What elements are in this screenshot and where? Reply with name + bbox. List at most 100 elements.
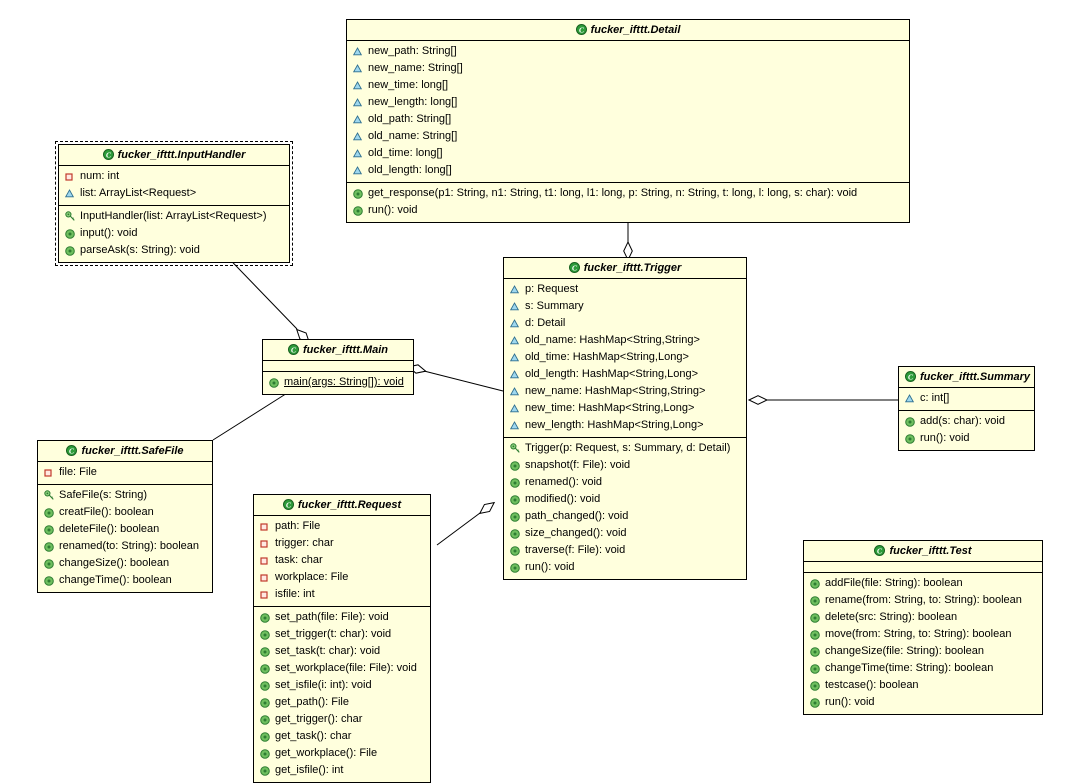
method-row[interactable]: size_changed(): void bbox=[504, 525, 746, 542]
public-method-icon bbox=[510, 562, 521, 573]
attribute-row[interactable]: s: Summary bbox=[504, 298, 746, 315]
class-icon: C bbox=[905, 371, 916, 382]
connector-main-trigger[interactable] bbox=[407, 363, 504, 392]
method-row[interactable]: delete(src: String): boolean bbox=[804, 609, 1042, 626]
uml-class-test[interactable]: Cfucker_ifttt.Test addFile(file: String):… bbox=[803, 540, 1043, 715]
method-row[interactable]: creatFile(): boolean bbox=[38, 504, 212, 521]
public-method-icon bbox=[260, 765, 271, 776]
public-method-icon bbox=[260, 629, 271, 640]
method-row[interactable]: run(): void bbox=[899, 430, 1034, 447]
method-row[interactable]: SafeFile(s: String) bbox=[38, 487, 212, 504]
method-row[interactable]: changeTime(): boolean bbox=[38, 572, 212, 589]
attribute-row[interactable]: new_path: String[] bbox=[347, 43, 909, 60]
method-row[interactable]: run(): void bbox=[504, 559, 746, 576]
method-row[interactable]: deleteFile(): boolean bbox=[38, 521, 212, 538]
method-row[interactable]: modified(): void bbox=[504, 491, 746, 508]
connector-trigger-summary[interactable] bbox=[747, 395, 898, 405]
attribute-row[interactable]: old_time: HashMap<String,Long> bbox=[504, 349, 746, 366]
uml-class-header-inputhandler[interactable]: Cfucker_ifttt.InputHandler bbox=[59, 145, 289, 166]
uml-class-header-test[interactable]: Cfucker_ifttt.Test bbox=[804, 541, 1042, 562]
method-row[interactable]: set_task(t: char): void bbox=[254, 643, 430, 660]
method-row[interactable]: input(): void bbox=[59, 225, 289, 242]
uml-class-detail[interactable]: Cfucker_ifttt.Detail new_path: String[] ne… bbox=[346, 19, 910, 223]
uml-class-safefile[interactable]: Cfucker_ifttt.SafeFile file: File SafeFile… bbox=[37, 440, 213, 593]
attribute-row[interactable]: c: int[] bbox=[899, 390, 1034, 407]
class-name-label: fucker_ifttt.Detail bbox=[590, 24, 681, 36]
uml-class-header-request[interactable]: Cfucker_ifttt.Request bbox=[254, 495, 430, 516]
attribute-row[interactable]: old_time: long[] bbox=[347, 145, 909, 162]
method-row[interactable]: get_trigger(): char bbox=[254, 711, 430, 728]
public-method-icon bbox=[269, 377, 280, 388]
method-row[interactable]: get_response(p1: String, n1: String, t1:… bbox=[347, 185, 909, 202]
method-row[interactable]: run(): void bbox=[804, 694, 1042, 711]
attribute-row[interactable]: p: Request bbox=[504, 281, 746, 298]
method-row[interactable]: testcase(): boolean bbox=[804, 677, 1042, 694]
method-row[interactable]: changeSize(file: String): boolean bbox=[804, 643, 1042, 660]
attribute-row[interactable]: old_name: HashMap<String,String> bbox=[504, 332, 746, 349]
attribute-row-label: s: Summary bbox=[525, 300, 584, 312]
method-row[interactable]: move(from: String, to: String): boolean bbox=[804, 626, 1042, 643]
uml-class-header-safefile[interactable]: Cfucker_ifttt.SafeFile bbox=[38, 441, 212, 462]
uml-class-header-summary[interactable]: Cfucker_ifttt.Summary bbox=[899, 367, 1034, 388]
method-row[interactable]: set_trigger(t: char): void bbox=[254, 626, 430, 643]
attribute-row-label: path: File bbox=[275, 520, 321, 532]
method-row-label: deleteFile(): boolean bbox=[59, 523, 160, 535]
method-row[interactable]: InputHandler(list: ArrayList<Request>) bbox=[59, 208, 289, 225]
attribute-row[interactable]: new_length: long[] bbox=[347, 94, 909, 111]
uml-class-request[interactable]: Cfucker_ifttt.Request path: File trigger: … bbox=[253, 494, 431, 783]
uml-class-header-trigger[interactable]: Cfucker_ifttt.Trigger bbox=[504, 258, 746, 279]
attribute-row[interactable]: old_length: HashMap<String,Long> bbox=[504, 366, 746, 383]
uml-class-inputhandler[interactable]: Cfucker_ifttt.InputHandler num: int list: … bbox=[55, 141, 293, 266]
method-row[interactable]: path_changed(): void bbox=[504, 508, 746, 525]
method-row[interactable]: get_isfile(): int bbox=[254, 762, 430, 779]
attribute-row[interactable]: file: File bbox=[38, 464, 212, 481]
method-row-label: set_isfile(i: int): void bbox=[275, 679, 372, 691]
method-row[interactable]: run(): void bbox=[347, 202, 909, 219]
method-row[interactable]: addFile(file: String): boolean bbox=[804, 575, 1042, 592]
attribute-row[interactable]: new_name: HashMap<String,String> bbox=[504, 383, 746, 400]
public-method-icon bbox=[65, 245, 76, 256]
uml-class-header-main[interactable]: Cfucker_ifttt.Main bbox=[263, 340, 413, 361]
attribute-row[interactable]: old_length: long[] bbox=[347, 162, 909, 179]
method-row[interactable]: get_workplace(): File bbox=[254, 745, 430, 762]
attribute-row[interactable]: task: char bbox=[254, 552, 430, 569]
method-row[interactable]: snapshot(f: File): void bbox=[504, 457, 746, 474]
method-row[interactable]: rename(from: String, to: String): boolea… bbox=[804, 592, 1042, 609]
protected-attribute-icon bbox=[353, 166, 364, 175]
method-row[interactable]: renamed(): void bbox=[504, 474, 746, 491]
method-row[interactable]: set_path(file: File): void bbox=[254, 609, 430, 626]
attribute-row[interactable]: list: ArrayList<Request> bbox=[59, 185, 289, 202]
class-icon: C bbox=[874, 545, 886, 556]
public-method-icon bbox=[260, 697, 271, 708]
method-row[interactable]: main(args: String[]): void bbox=[263, 374, 413, 391]
method-row[interactable]: renamed(to: String): boolean bbox=[38, 538, 212, 555]
method-row[interactable]: traverse(f: File): void bbox=[504, 542, 746, 559]
attribute-row[interactable]: old_name: String[] bbox=[347, 128, 909, 145]
method-row[interactable]: set_workplace(file: File): void bbox=[254, 660, 430, 677]
uml-class-trigger[interactable]: Cfucker_ifttt.Trigger p: Request s: Summar… bbox=[503, 257, 747, 580]
attribute-row[interactable]: new_time: HashMap<String,Long> bbox=[504, 400, 746, 417]
attribute-row[interactable]: workplace: File bbox=[254, 569, 430, 586]
method-row[interactable]: add(s: char): void bbox=[899, 413, 1034, 430]
uml-class-summary[interactable]: Cfucker_ifttt.Summary c: int[] add(s: char… bbox=[898, 366, 1035, 451]
attribute-row[interactable]: new_length: HashMap<String,Long> bbox=[504, 417, 746, 434]
uml-class-header-detail[interactable]: Cfucker_ifttt.Detail bbox=[347, 20, 909, 41]
attribute-row[interactable]: path: File bbox=[254, 518, 430, 535]
attribute-row[interactable]: isfile: int bbox=[254, 586, 430, 603]
attribute-row[interactable]: new_time: long[] bbox=[347, 77, 909, 94]
method-row[interactable]: parseAsk(s: String): void bbox=[59, 242, 289, 259]
method-row[interactable]: changeSize(): boolean bbox=[38, 555, 212, 572]
class-icon: C bbox=[282, 499, 294, 510]
method-row[interactable]: changeTime(time: String): boolean bbox=[804, 660, 1042, 677]
uml-class-main[interactable]: Cfucker_ifttt.Main main(args: String[]): … bbox=[262, 339, 414, 395]
method-row[interactable]: get_path(): File bbox=[254, 694, 430, 711]
attribute-row[interactable]: d: Detail bbox=[504, 315, 746, 332]
attribute-row[interactable]: num: int bbox=[59, 168, 289, 185]
attribute-row[interactable]: old_path: String[] bbox=[347, 111, 909, 128]
attribute-row[interactable]: new_name: String[] bbox=[347, 60, 909, 77]
attribute-row[interactable]: trigger: char bbox=[254, 535, 430, 552]
method-row[interactable]: set_isfile(i: int): void bbox=[254, 677, 430, 694]
method-row[interactable]: get_task(): char bbox=[254, 728, 430, 745]
method-row[interactable]: Trigger(p: Request, s: Summary, d: Detai… bbox=[504, 440, 746, 457]
connector-request-trigger[interactable] bbox=[436, 499, 497, 546]
